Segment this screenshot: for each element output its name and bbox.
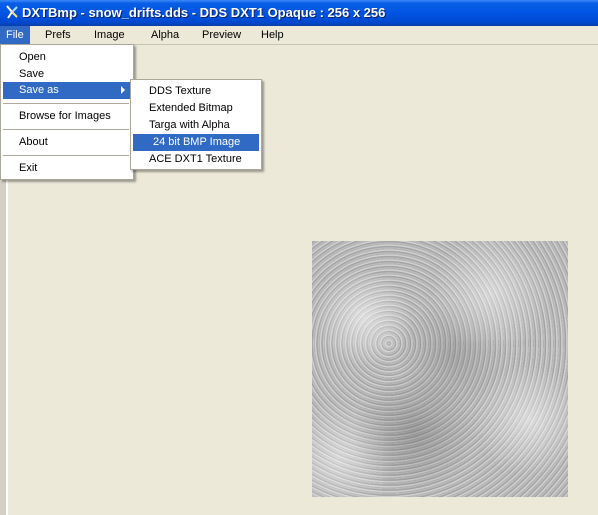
menu-image[interactable]: Image bbox=[88, 26, 131, 44]
menu-separator bbox=[3, 155, 129, 156]
menu-prefs[interactable]: Prefs bbox=[39, 26, 77, 44]
menu-separator bbox=[3, 129, 129, 130]
saveas-dds-texture[interactable]: DDS Texture bbox=[133, 83, 259, 100]
app-icon[interactable] bbox=[4, 4, 20, 20]
menu-open[interactable]: Open bbox=[3, 49, 131, 66]
saveas-extended-bitmap[interactable]: Extended Bitmap bbox=[133, 100, 259, 117]
window-title: DXTBmp - snow_drifts.dds - DDS DXT1 Opaq… bbox=[22, 5, 386, 20]
menu-save-as[interactable]: Save as bbox=[3, 82, 131, 99]
file-menu: Open Save Save as Browse for Images Abou… bbox=[0, 44, 134, 180]
menu-bar: File Prefs Image Alpha Preview Help bbox=[0, 26, 598, 45]
menu-exit[interactable]: Exit bbox=[3, 160, 131, 177]
saveas-24bit-bmp[interactable]: 24 bit BMP Image bbox=[133, 134, 259, 151]
menu-file[interactable]: File bbox=[0, 26, 30, 44]
saveas-ace-dxt1[interactable]: ACE DXT1 Texture bbox=[133, 151, 259, 168]
texture-preview bbox=[312, 241, 568, 497]
menu-save-as-label: Save as bbox=[19, 84, 59, 96]
menu-preview[interactable]: Preview bbox=[196, 26, 247, 44]
menu-alpha[interactable]: Alpha bbox=[145, 26, 185, 44]
save-as-submenu: DDS Texture Extended Bitmap Targa with A… bbox=[130, 79, 262, 170]
menu-browse-images[interactable]: Browse for Images bbox=[3, 108, 131, 125]
menu-save[interactable]: Save bbox=[3, 66, 131, 83]
saveas-targa-alpha[interactable]: Targa with Alpha bbox=[133, 117, 259, 134]
submenu-arrow-icon bbox=[121, 86, 125, 94]
menu-help[interactable]: Help bbox=[255, 26, 290, 44]
menu-separator bbox=[3, 103, 129, 104]
title-bar[interactable]: DXTBmp - snow_drifts.dds - DDS DXT1 Opaq… bbox=[0, 0, 598, 26]
menu-about[interactable]: About bbox=[3, 134, 131, 151]
